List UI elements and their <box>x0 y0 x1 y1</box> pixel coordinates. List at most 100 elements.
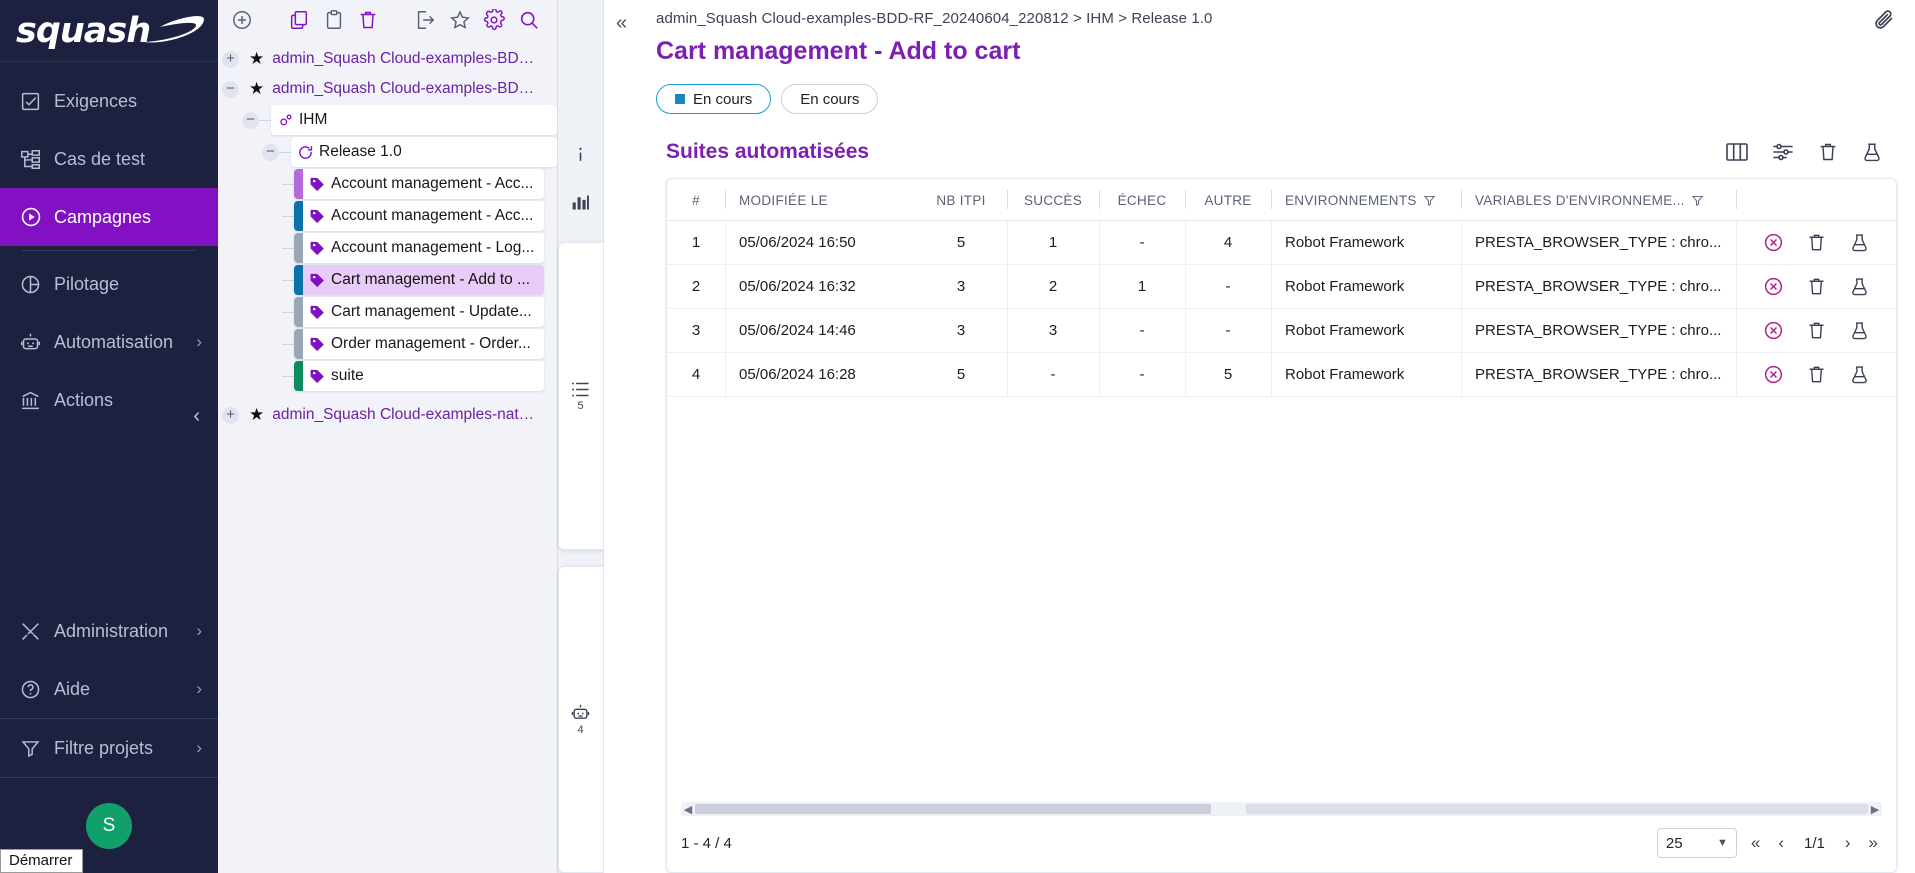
tree-collapse-toggle[interactable]: − <box>242 112 259 129</box>
delete-icon[interactable] <box>1806 364 1827 385</box>
tree-node-iteration[interactable]: − Release 1.0 <box>218 136 557 168</box>
prev-page-button[interactable]: ‹ <box>1774 833 1788 853</box>
tree-row-iteration[interactable]: Release 1.0 <box>291 137 557 167</box>
tree-root-node[interactable]: + ★ admin_Squash Cloud-examples-BDD-... <box>218 44 557 74</box>
column-header-succes[interactable]: SUCCÈS <box>1007 179 1099 221</box>
first-page-button[interactable]: « <box>1747 833 1764 853</box>
tree-row-test-suite[interactable]: Account management - Acc... <box>294 201 544 231</box>
table-row[interactable]: 205/06/2024 16:32321-Robot FrameworkPRES… <box>667 265 1896 309</box>
delete-icon[interactable] <box>1817 141 1839 163</box>
tree-body: + ★ admin_Squash Cloud-examples-BDD-... … <box>218 40 557 430</box>
execute-icon[interactable] <box>1861 141 1883 163</box>
sidebar-item-actions[interactable]: Actions <box>0 371 218 429</box>
taskbar-start-button[interactable]: Démarrer <box>0 849 83 873</box>
tree-row-test-suite[interactable]: Cart management - Add to ... <box>294 265 544 295</box>
tree-row-campaign[interactable]: IHM <box>271 105 557 135</box>
tree-root-node[interactable]: − ★ admin_Squash Cloud-examples-BDD-... <box>218 74 557 104</box>
gear-icon[interactable] <box>480 4 509 36</box>
tree-row-test-suite[interactable]: Account management - Acc... <box>294 169 544 199</box>
column-header-nb_itpi[interactable]: NB ITPI <box>915 179 1007 221</box>
table-row[interactable]: 105/06/2024 16:5051-4Robot FrameworkPRES… <box>667 221 1896 265</box>
tab-test-plan[interactable]: 5 <box>558 242 604 550</box>
delete-icon[interactable] <box>1806 232 1827 253</box>
tree-row-test-suite[interactable]: Order management - Order... <box>294 329 544 359</box>
sidebar-item-campagnes[interactable]: Campagnes <box>0 188 218 246</box>
tree-node-campaign[interactable]: − IHM <box>218 104 557 136</box>
tree-row-test-suite[interactable]: suite <box>294 361 544 391</box>
status-badge-secondary[interactable]: En cours <box>781 84 878 114</box>
tree-root-node[interactable]: + ★ admin_Squash Cloud-examples-nativ... <box>218 400 557 430</box>
tree-node-test-suite[interactable]: suite <box>218 360 557 392</box>
tree-row-test-suite[interactable]: Cart management - Update... <box>294 297 544 327</box>
filter-icon[interactable] <box>1423 194 1436 207</box>
filter-icon[interactable] <box>1691 194 1704 207</box>
paperclip-icon[interactable] <box>1873 8 1897 34</box>
column-header-autre[interactable]: AUTRE <box>1185 179 1271 221</box>
avatar[interactable]: S <box>86 803 132 849</box>
panel-collapse-button[interactable]: « <box>616 12 627 35</box>
sidebar-item-administration[interactable]: Administration › <box>0 602 218 660</box>
tree-node-test-suite[interactable]: Account management - Log... <box>218 232 557 264</box>
scrollbar-track[interactable] <box>695 804 1868 814</box>
tree-node-test-suite[interactable]: Account management - Acc... <box>218 168 557 200</box>
tree-node-test-suite[interactable]: Cart management - Add to ... <box>218 264 557 296</box>
scroll-left-arrow-icon[interactable]: ◀ <box>681 803 695 816</box>
cancel-circle-icon[interactable] <box>1763 320 1784 341</box>
tree-guide-line <box>259 120 271 121</box>
execute-icon[interactable] <box>1849 276 1870 297</box>
status-badge-execution[interactable]: En cours <box>656 84 771 114</box>
tree-node-test-suite[interactable]: Account management - Acc... <box>218 200 557 232</box>
tree-expand-toggle[interactable]: + <box>222 51 239 68</box>
table-row[interactable]: 405/06/2024 16:285--5Robot FrameworkPRES… <box>667 353 1896 397</box>
cancel-circle-icon[interactable] <box>1763 276 1784 297</box>
scroll-right-arrow-icon[interactable]: ▶ <box>1868 803 1882 816</box>
tree-collapse-toggle[interactable]: − <box>222 81 239 98</box>
delete-icon[interactable] <box>354 4 383 36</box>
scrollbar-thumb[interactable] <box>695 804 1211 814</box>
export-icon[interactable] <box>411 4 440 36</box>
copy-icon[interactable] <box>285 4 314 36</box>
paste-icon[interactable] <box>319 4 348 36</box>
filter-rows-icon[interactable] <box>1771 141 1795 163</box>
tab-automated-suites[interactable]: 4 <box>558 566 604 873</box>
sidebar-item-pilotage[interactable]: Pilotage <box>0 255 218 313</box>
execute-icon[interactable] <box>1849 232 1870 253</box>
last-page-button[interactable]: » <box>1865 833 1882 853</box>
tree-node-test-suite[interactable]: Cart management - Update... <box>218 296 557 328</box>
tree-collapse-toggle[interactable]: − <box>262 144 279 161</box>
horizontal-scrollbar[interactable]: ◀ ▶ <box>681 802 1882 816</box>
suite-status-color-bar <box>294 361 303 391</box>
tree-expand-toggle[interactable]: + <box>222 407 239 424</box>
tree-row-test-suite[interactable]: Account management - Log... <box>294 233 544 263</box>
execute-icon[interactable] <box>1849 364 1870 385</box>
sidebar-collapse-button[interactable]: ‹ <box>193 405 200 428</box>
delete-icon[interactable] <box>1806 276 1827 297</box>
column-header-actions[interactable] <box>1736 179 1896 221</box>
favorite-star-icon[interactable] <box>445 4 474 36</box>
column-header-variables[interactable]: VARIABLES D'ENVIRONNEME... <box>1461 179 1736 221</box>
brand-logo[interactable]: squash <box>0 0 218 62</box>
sidebar-item-aide[interactable]: Aide › <box>0 660 218 718</box>
search-icon[interactable] <box>514 4 543 36</box>
scrollbar-thumb-secondary[interactable] <box>1246 804 1868 814</box>
add-icon[interactable] <box>228 4 257 36</box>
tab-statistics[interactable] <box>558 178 604 226</box>
execute-icon[interactable] <box>1849 320 1870 341</box>
column-header-index[interactable]: # <box>667 179 725 221</box>
tree-node-test-suite[interactable]: Order management - Order... <box>218 328 557 360</box>
sidebar-item-exigences[interactable]: Exigences <box>0 72 218 130</box>
table-row[interactable]: 305/06/2024 14:4633--Robot FrameworkPRES… <box>667 309 1896 353</box>
next-page-button[interactable]: › <box>1841 833 1855 853</box>
cancel-circle-icon[interactable] <box>1763 364 1784 385</box>
delete-icon[interactable] <box>1806 320 1827 341</box>
page-size-select[interactable]: 25 ▼ <box>1657 828 1737 858</box>
sidebar-item-cas-de-test[interactable]: Cas de test <box>0 130 218 188</box>
cancel-circle-icon[interactable] <box>1763 232 1784 253</box>
columns-icon[interactable] <box>1725 141 1749 163</box>
tab-info[interactable] <box>558 130 604 178</box>
sidebar-item-automatisation[interactable]: Automatisation › <box>0 313 218 371</box>
column-header-environnements[interactable]: ENVIRONNEMENTS <box>1271 179 1461 221</box>
sidebar-item-filtre-projets[interactable]: Filtre projets › <box>0 719 218 777</box>
column-header-modified[interactable]: MODIFIÉE LE <box>725 179 915 221</box>
column-header-echec[interactable]: ÉCHEC <box>1099 179 1185 221</box>
